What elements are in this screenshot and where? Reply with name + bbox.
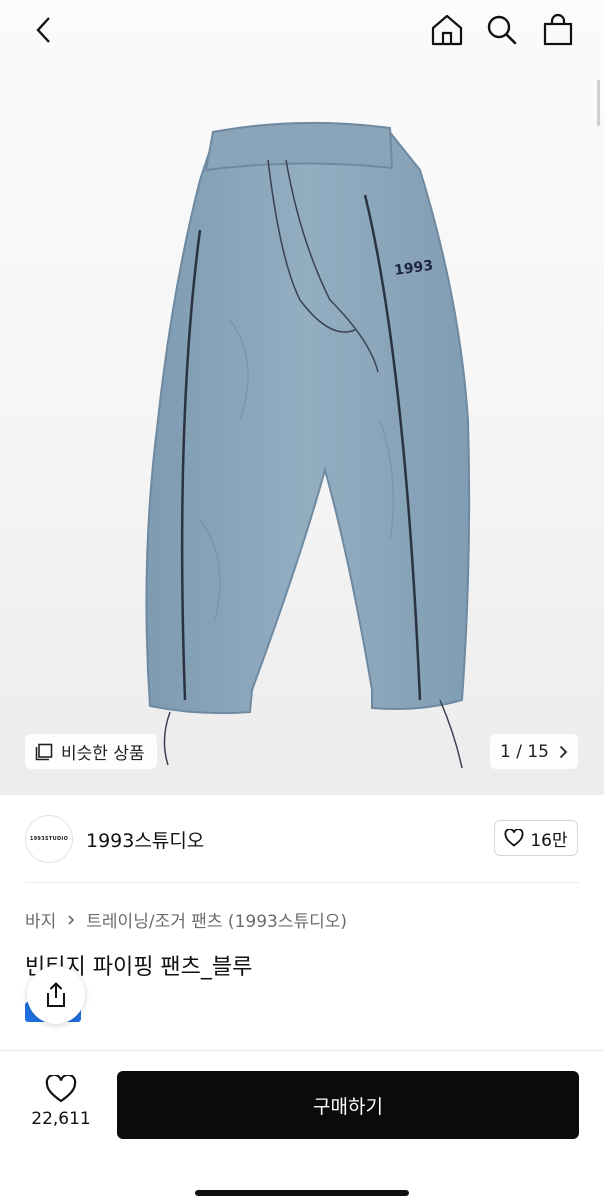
brand-name[interactable]: 1993스튜디오 [86,826,204,853]
cart-button[interactable] [538,10,578,50]
brand-like-count: 16만 [530,830,568,851]
home-indicator [195,1190,409,1196]
image-counter-button[interactable]: 1 / 15 [490,734,578,769]
wishlist-button[interactable]: 22,611 [26,1075,96,1129]
share-icon [47,982,65,1007]
search-icon [487,15,517,45]
buy-button[interactable]: 구매하기 [117,1071,579,1139]
shopping-bag-icon [543,13,573,46]
back-button[interactable] [24,10,64,50]
bottom-action-bar: 22,611 구매하기 [0,1050,604,1200]
back-icon [36,17,50,43]
breadcrumb-subcategory[interactable]: 트레이닝/조거 팬츠 (1993스튜디오) [86,907,347,932]
breadcrumb: 바지 트레이닝/조거 팬츠 (1993스튜디오) [25,907,347,932]
top-navigation [0,0,604,62]
brand-like-button[interactable]: 16만 [494,820,578,856]
product-image-gallery[interactable]: 1993 비슷한 상품 1 / 15 [0,0,604,795]
wishlist-count: 22,611 [31,1109,91,1129]
scroll-indicator [597,80,600,126]
similar-items-icon [35,743,53,760]
chevron-right-icon [68,914,75,925]
brand-row[interactable]: 1993STUDIO 1993스튜디오 16만 [0,795,604,883]
similar-items-label: 비슷한 상품 [61,744,145,764]
chevron-right-icon [559,745,568,758]
heart-icon [45,1075,77,1103]
product-photo: 1993 [145,121,471,769]
search-button[interactable] [482,10,522,50]
heart-icon [504,829,524,847]
breadcrumb-category[interactable]: 바지 [25,907,56,932]
similar-items-button[interactable]: 비슷한 상품 [25,734,157,769]
home-button[interactable] [427,10,467,50]
image-counter: 1 / 15 [500,741,549,762]
home-icon [431,14,463,46]
divider [25,882,579,883]
share-button[interactable] [27,966,85,1024]
brand-logo[interactable]: 1993STUDIO [25,815,73,863]
